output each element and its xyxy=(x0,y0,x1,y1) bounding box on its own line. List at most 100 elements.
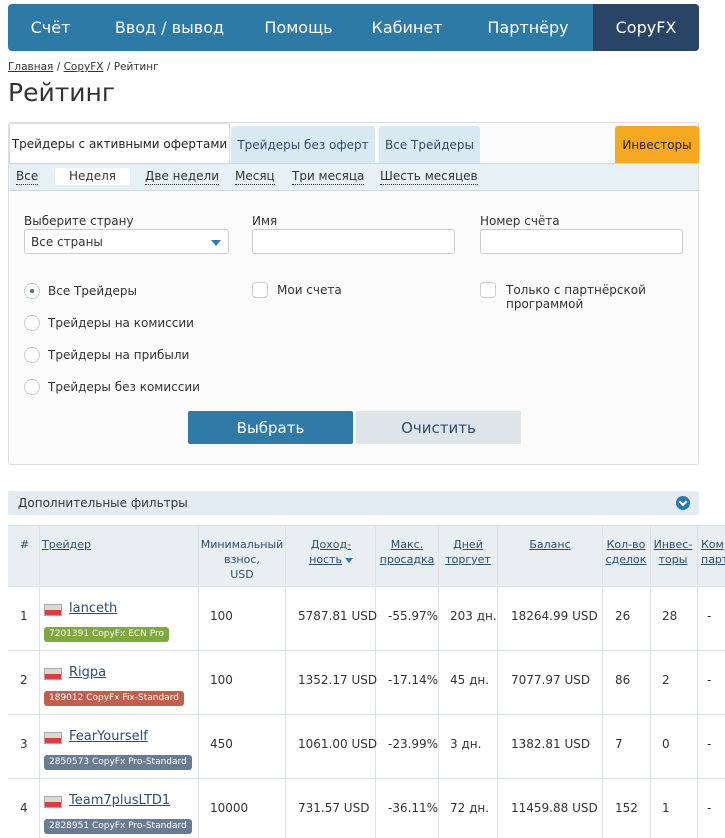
period-month[interactable]: Месяц xyxy=(235,169,275,185)
table-row: 4 Team7plusLTD1 2828951 CopyFx Pro-Standar… xyxy=(8,778,725,838)
cell-commission: - xyxy=(707,609,712,623)
cell-min-deposit: 450 xyxy=(210,737,233,751)
cell-drawdown: -36.11% xyxy=(388,801,439,815)
extra-filters-bar[interactable]: Дополнительные фильтры xyxy=(8,491,699,515)
submit-button[interactable]: Выбрать xyxy=(188,411,353,444)
period-filter: Все Неделя Две недели Месяц Три месяца Ш… xyxy=(9,163,698,191)
cell-deals: 26 xyxy=(615,609,631,623)
col-min-deposit-line1: Минимальный xyxy=(200,538,284,551)
cell-days: 45 дн. xyxy=(450,673,490,687)
cell-drawdown: -55.97% xyxy=(388,609,439,623)
clear-button[interactable]: Очистить xyxy=(356,411,521,444)
cell-drawdown: -17.14% xyxy=(388,673,439,687)
radio-all-traders[interactable] xyxy=(24,283,40,299)
cell-rank: 2 xyxy=(20,673,28,687)
breadcrumb-copyfx[interactable]: CopyFX xyxy=(64,61,104,73)
tab-investors[interactable]: Инвесторы xyxy=(615,126,699,163)
radio-no-commission-label: Трейдеры без комиссии xyxy=(48,380,200,394)
col-commission-line2: парт xyxy=(701,553,725,566)
country-flag-icon xyxy=(44,604,62,616)
country-select-value: Все страны xyxy=(31,235,103,249)
cell-min-deposit: 10000 xyxy=(210,801,249,815)
nav-partner[interactable]: Партнёру xyxy=(463,4,593,51)
col-profit-line1: Доход- xyxy=(310,538,352,551)
account-input[interactable] xyxy=(480,229,683,254)
chevron-down-icon[interactable] xyxy=(676,496,690,510)
main-nav: Счёт Ввод / вывод Помощь Кабинет Партнёр… xyxy=(8,4,699,51)
nav-deposit-withdraw[interactable]: Ввод / вывод xyxy=(93,4,246,51)
period-two-weeks[interactable]: Две недели xyxy=(145,169,220,185)
tab-no-offers[interactable]: Трейдеры без оферт xyxy=(231,126,375,163)
period-six-months[interactable]: Шесть месяцев xyxy=(380,169,478,185)
cell-investors: 0 xyxy=(662,737,670,751)
trader-name-link[interactable]: lanceth xyxy=(69,601,117,616)
country-select[interactable]: Все страны xyxy=(24,229,229,254)
trader-tabs: Трейдеры с активными офертами Трейдеры б… xyxy=(9,123,699,164)
sort-desc-icon xyxy=(344,557,353,563)
col-drawdown[interactable]: Макс. просадка xyxy=(376,537,438,567)
account-badge: 2850573 CopyFx Pro-Standard xyxy=(44,755,192,770)
cell-investors: 28 xyxy=(662,609,678,623)
account-badge: 189012 CopyFx Fix-Standard xyxy=(44,691,184,706)
col-drawdown-line1: Макс. xyxy=(390,538,424,551)
col-deals[interactable]: Кол-во сделок xyxy=(602,537,650,567)
cell-investors: 1 xyxy=(662,801,670,815)
extra-filters-label: Дополнительные фильтры xyxy=(18,496,188,510)
nav-copyfx[interactable]: CopyFX xyxy=(593,4,699,51)
nav-cabinet[interactable]: Кабинет xyxy=(351,4,463,51)
cell-drawdown: -23.99% xyxy=(388,737,439,751)
trader-name-link[interactable]: Rigpa xyxy=(69,665,106,680)
breadcrumb-current: Рейтинг xyxy=(113,61,159,73)
filter-panel: Трейдеры с активными офертами Трейдеры б… xyxy=(8,122,699,465)
radio-all-traders-label: Все Трейдеры xyxy=(48,284,137,298)
nav-account[interactable]: Счёт xyxy=(8,4,93,51)
tab-active-offers[interactable]: Трейдеры с активными офертами xyxy=(9,123,230,164)
partner-checkbox[interactable] xyxy=(480,282,496,298)
my-accounts-checkbox[interactable] xyxy=(252,282,268,298)
account-badge: 7201391 CopyFx ECN Pro xyxy=(44,627,169,642)
col-profit-line2: ность xyxy=(309,553,342,566)
cell-rank: 1 xyxy=(20,609,28,623)
country-flag-icon xyxy=(44,668,62,680)
col-days-line1: Дней xyxy=(453,538,483,551)
table-row: 2 Rigpa 189012 CopyFx Fix-Standard 100 1352.… xyxy=(8,650,725,714)
trader-name-link[interactable]: FearYourself xyxy=(69,729,148,744)
cell-investors: 2 xyxy=(662,673,670,687)
cell-deals: 7 xyxy=(615,737,623,751)
col-deals-line1: Кол-во xyxy=(606,538,646,551)
col-days[interactable]: Дней торгует xyxy=(440,537,496,567)
breadcrumb-separator: / xyxy=(56,61,61,73)
cell-commission: - xyxy=(707,737,712,751)
rating-table: # Трейдер Минимальный взнос, USD Доход- … xyxy=(8,525,725,838)
cell-profit: 1352.17 USD xyxy=(298,673,378,687)
col-drawdown-line2: просадка xyxy=(379,553,435,566)
col-investors-line1: Инвес- xyxy=(653,538,693,551)
breadcrumb-home[interactable]: Главная xyxy=(8,61,53,73)
col-trader[interactable]: Трейдер xyxy=(42,537,91,552)
radio-commission[interactable] xyxy=(24,315,40,331)
cell-rank: 3 xyxy=(20,737,28,751)
period-all[interactable]: Все xyxy=(16,169,39,185)
col-profit[interactable]: Доход- ность xyxy=(286,537,376,567)
period-week[interactable]: Неделя xyxy=(55,168,130,185)
country-flag-icon xyxy=(44,732,62,744)
col-balance[interactable]: Баланс xyxy=(499,537,601,552)
col-min-deposit-line2: взнос, xyxy=(224,553,260,566)
tab-all-traders[interactable]: Все Трейдеры xyxy=(379,126,480,163)
col-min-deposit-line3: USD xyxy=(230,568,254,581)
col-investors[interactable]: Инвес- торы xyxy=(650,537,696,567)
period-three-months[interactable]: Три месяца xyxy=(292,169,365,185)
col-min-deposit[interactable]: Минимальный взнос, USD xyxy=(198,537,286,582)
radio-no-commission[interactable] xyxy=(24,379,40,395)
table-header: # Трейдер Минимальный взнос, USD Доход- … xyxy=(8,525,725,586)
nav-help[interactable]: Помощь xyxy=(246,4,351,51)
cell-commission: - xyxy=(707,673,712,687)
cell-balance: 1382.81 USD xyxy=(511,737,591,751)
col-commission[interactable]: Ком парт xyxy=(701,537,725,567)
name-input[interactable] xyxy=(252,229,455,254)
radio-profit-label: Трейдеры на прибыли xyxy=(48,348,190,362)
country-label: Выберите страну xyxy=(24,214,134,228)
radio-profit[interactable] xyxy=(24,347,40,363)
trader-name-link[interactable]: Team7plusLTD1 xyxy=(69,793,170,808)
breadcrumb-separator: / xyxy=(106,61,111,73)
